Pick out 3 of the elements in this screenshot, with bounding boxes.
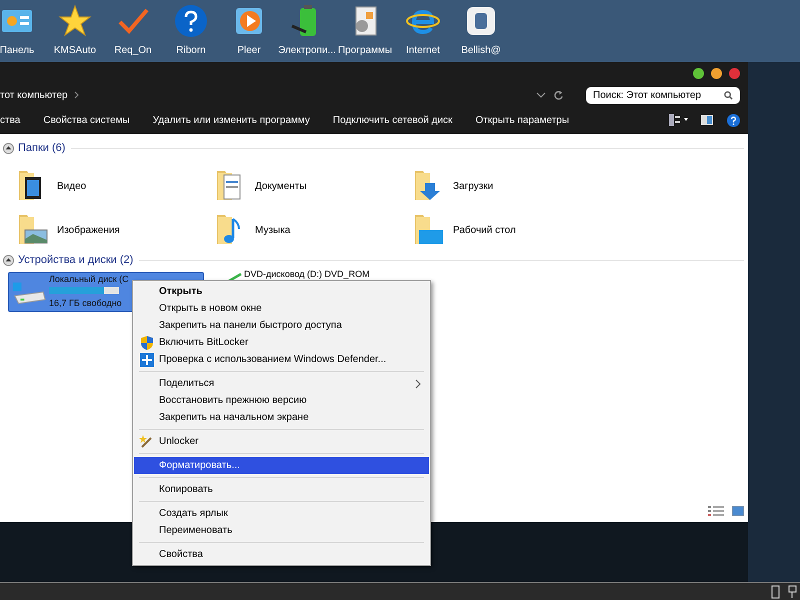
drive-label: DVD-дисковод (D:) DVD_ROM <box>244 269 370 279</box>
drive-label: Локальный диск (C <box>49 274 129 284</box>
free-space-text: 16,7 ГБ свободно <box>49 297 123 309</box>
